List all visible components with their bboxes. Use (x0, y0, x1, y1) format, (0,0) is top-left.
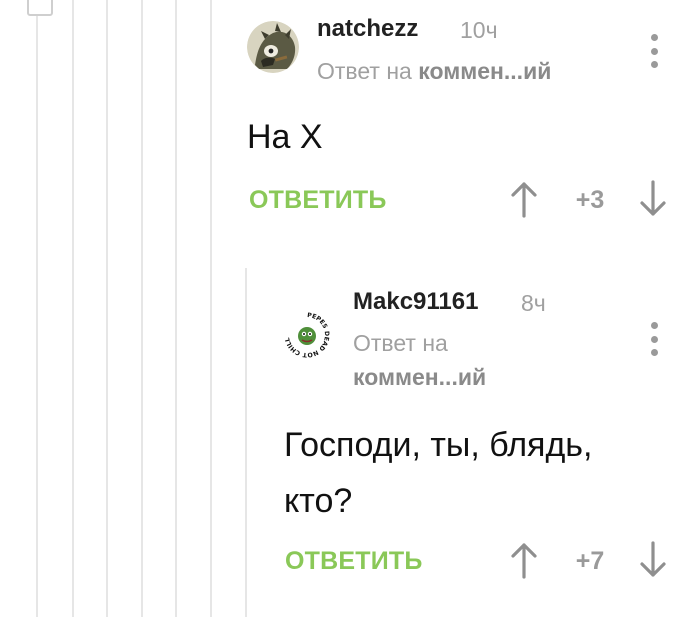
comment-body-line-2: кто? (284, 482, 353, 520)
reply-to-prefix[interactable]: Ответ на (353, 330, 448, 357)
score: +7 (575, 547, 605, 575)
comment-body: На Х (247, 118, 323, 156)
reply-to-target-text[interactable]: коммен...ий (353, 364, 486, 390)
overflow-menu-icon[interactable] (649, 322, 659, 356)
avatar[interactable]: PEPES DEAD NOT CHILL (284, 312, 330, 358)
comment-makc91161: PEPES DEAD NOT CHILL Makc91161 8ч Ответ … (0, 260, 700, 617)
avatar[interactable] (247, 21, 299, 73)
reply-button[interactable]: ОТВЕТИТЬ (249, 186, 387, 215)
downvote-arrow-icon[interactable] (638, 180, 668, 218)
reply-to-target[interactable]: коммен...ий (353, 364, 486, 391)
reply-button[interactable]: ОТВЕТИТЬ (285, 547, 423, 576)
upvote-arrow-icon[interactable] (509, 541, 539, 579)
comment-natchezz: natchezz 10ч Ответ на коммен...ий На Х О… (0, 0, 700, 240)
timestamp: 10ч (460, 17, 498, 43)
comment-body-line-1: Господи, ты, блядь, (284, 426, 593, 464)
downvote-arrow-icon[interactable] (638, 541, 668, 579)
username[interactable]: natchezz (317, 15, 418, 43)
timestamp: 8ч (521, 290, 546, 316)
upvote-arrow-icon[interactable] (509, 180, 539, 218)
reply-to-target[interactable]: коммен...ий (418, 58, 551, 84)
reply-to-line[interactable]: Ответ на коммен...ий (317, 58, 551, 85)
score: +3 (575, 186, 605, 214)
username[interactable]: Makc91161 (353, 288, 478, 316)
reply-to-prefix: Ответ на (317, 58, 412, 84)
overflow-menu-icon[interactable] (649, 34, 659, 68)
